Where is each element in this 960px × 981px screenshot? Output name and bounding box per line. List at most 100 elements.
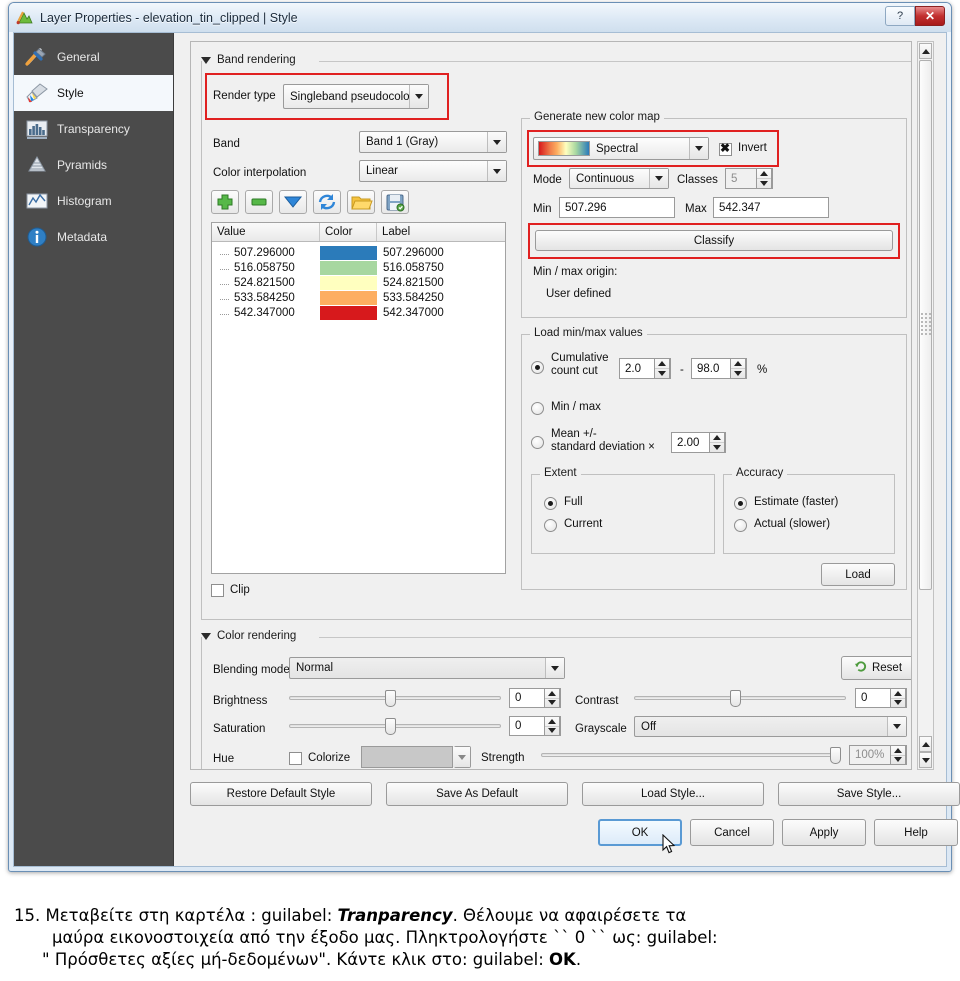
slider-thumb[interactable] — [830, 747, 841, 764]
spinner-up-icon[interactable] — [545, 717, 559, 727]
sidebar-item-pyramids[interactable]: Pyramids — [14, 147, 173, 183]
colorize-color-button[interactable] — [361, 746, 453, 768]
save-as-default-button[interactable]: Save As Default — [386, 782, 568, 806]
color-map-table[interactable]: Value Color Label 507.296000 507.296000 — [211, 222, 506, 574]
saturation-spinner[interactable]: 0 — [509, 716, 561, 736]
cell-color-swatch[interactable] — [320, 245, 377, 260]
spinner-up-icon[interactable] — [891, 746, 905, 756]
invert-checkbox[interactable] — [719, 141, 732, 156]
table-row[interactable]: 507.296000 507.296000 — [212, 245, 505, 260]
extent-full-radio[interactable] — [544, 497, 557, 510]
mean-stddev-radio[interactable] — [531, 436, 544, 449]
reload-button[interactable] — [313, 190, 341, 214]
spinner-buttons[interactable] — [756, 168, 772, 189]
table-row[interactable]: 524.821500 524.821500 — [212, 275, 505, 290]
max-input[interactable]: 542.347 — [713, 197, 829, 218]
sidebar-item-transparency[interactable]: Transparency — [14, 111, 173, 147]
load-colormap-button[interactable] — [347, 190, 375, 214]
table-row[interactable]: 542.347000 542.347000 — [212, 305, 505, 320]
spinner-up-icon[interactable] — [655, 359, 669, 369]
chevron-down-icon[interactable] — [887, 717, 906, 736]
chevron-down-icon[interactable] — [487, 161, 506, 181]
spinner-down-icon[interactable] — [757, 179, 771, 188]
sidebar-item-style[interactable]: Style — [14, 75, 173, 111]
load-style-button[interactable]: Load Style... — [582, 782, 764, 806]
spinner-buttons[interactable] — [654, 358, 670, 379]
add-entry-button[interactable] — [211, 190, 239, 214]
spinner-buttons[interactable] — [544, 688, 560, 708]
scrollbar-thumb[interactable] — [919, 60, 932, 590]
table-row[interactable]: 533.584250 533.584250 — [212, 290, 505, 305]
cumulative-count-cut-radio[interactable] — [531, 361, 544, 374]
spinner-buttons[interactable] — [709, 432, 725, 453]
save-colormap-button[interactable] — [381, 190, 409, 214]
slider-thumb[interactable] — [730, 690, 741, 707]
grayscale-combo[interactable]: Off — [634, 716, 907, 737]
accuracy-actual-radio[interactable] — [734, 519, 747, 532]
spinner-down-icon[interactable] — [731, 369, 745, 378]
table-row[interactable]: 516.058750 516.058750 — [212, 260, 505, 275]
brightness-slider[interactable] — [289, 690, 501, 707]
spinner-up-icon[interactable] — [731, 359, 745, 369]
render-type-combo[interactable]: Singleband pseudocolor — [283, 84, 429, 109]
spinner-up-icon[interactable] — [891, 689, 905, 699]
spinner-up-icon[interactable] — [757, 169, 771, 179]
stddev-spinner[interactable]: 2.00 — [671, 432, 726, 453]
strength-slider[interactable] — [541, 747, 841, 764]
chevron-down-icon[interactable] — [453, 747, 470, 767]
spinner-down-icon[interactable] — [891, 756, 905, 765]
color-ramp-combo[interactable]: Spectral — [533, 137, 709, 160]
style-pane-scrollbar[interactable] — [917, 41, 934, 770]
spinner-buttons[interactable] — [544, 716, 560, 736]
spinner-buttons[interactable] — [730, 358, 746, 379]
cumulative-upper-spinner[interactable]: 98.0 — [691, 358, 747, 379]
clip-checkbox[interactable] — [211, 584, 224, 597]
contrast-slider[interactable] — [634, 690, 846, 707]
blending-mode-combo[interactable]: Normal — [289, 657, 565, 679]
slider-thumb[interactable] — [385, 718, 396, 735]
spinner-down-icon[interactable] — [710, 443, 724, 452]
sort-entries-button[interactable] — [279, 190, 307, 214]
colorize-color-dropdown[interactable] — [453, 746, 471, 768]
save-style-button[interactable]: Save Style... — [778, 782, 960, 806]
min-input[interactable]: 507.296 — [559, 197, 675, 218]
mode-combo[interactable]: Continuous — [569, 168, 669, 189]
sidebar-item-general[interactable]: General — [14, 39, 173, 75]
scroll-down-button[interactable] — [919, 736, 932, 752]
spinner-down-icon[interactable] — [545, 727, 559, 736]
help-button[interactable]: Help — [874, 819, 958, 846]
color-interpolation-combo[interactable]: Linear — [359, 160, 507, 182]
chevron-down-icon[interactable] — [649, 169, 668, 188]
cell-color-swatch[interactable] — [320, 260, 377, 275]
chevron-down-icon[interactable] — [487, 132, 506, 152]
spinner-down-icon[interactable] — [655, 369, 669, 378]
cell-color-swatch[interactable] — [320, 275, 377, 290]
classify-button[interactable]: Classify — [535, 230, 893, 251]
chevron-down-icon[interactable] — [545, 658, 564, 678]
minmax-radio[interactable] — [531, 402, 544, 415]
spinner-up-icon[interactable] — [710, 433, 724, 443]
spinner-down-icon[interactable] — [891, 699, 905, 708]
close-window-button[interactable]: ✕ — [915, 6, 945, 26]
chevron-down-icon[interactable] — [409, 85, 428, 108]
colorize-checkbox[interactable] — [289, 752, 302, 765]
help-window-button[interactable]: ? — [885, 6, 915, 26]
apply-button[interactable]: Apply — [782, 819, 866, 846]
classes-spinner[interactable]: 5 — [725, 168, 773, 189]
cell-color-swatch[interactable] — [320, 290, 377, 305]
restore-default-style-button[interactable]: Restore Default Style — [190, 782, 372, 806]
cell-color-swatch[interactable] — [320, 305, 377, 320]
extent-current-radio[interactable] — [544, 519, 557, 532]
strength-spinner[interactable]: 100% — [849, 745, 907, 765]
saturation-slider[interactable] — [289, 718, 501, 735]
remove-entry-button[interactable] — [245, 190, 273, 214]
band-combo[interactable]: Band 1 (Gray) — [359, 131, 507, 153]
scroll-down-button-2[interactable] — [919, 752, 932, 768]
spinner-down-icon[interactable] — [545, 699, 559, 708]
cancel-button[interactable]: Cancel — [690, 819, 774, 846]
load-button[interactable]: Load — [821, 563, 895, 586]
brightness-spinner[interactable]: 0 — [509, 688, 561, 708]
sidebar-item-histogram[interactable]: Histogram — [14, 183, 173, 219]
spinner-up-icon[interactable] — [545, 689, 559, 699]
slider-thumb[interactable] — [385, 690, 396, 707]
